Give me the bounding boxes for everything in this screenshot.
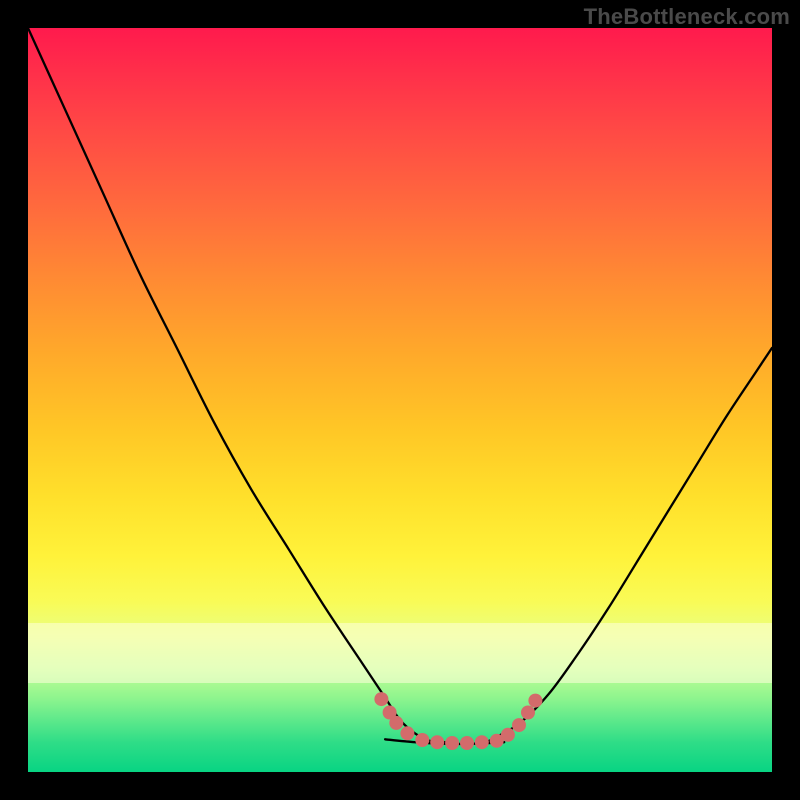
marker-dot	[430, 735, 444, 749]
attribution-label: TheBottleneck.com	[584, 4, 790, 30]
chart-frame: TheBottleneck.com	[0, 0, 800, 800]
marker-dot	[460, 736, 474, 750]
marker-dot	[528, 694, 542, 708]
left-curve	[28, 28, 445, 742]
marker-dot	[501, 728, 515, 742]
marker-dot	[475, 735, 489, 749]
chart-curves	[28, 28, 772, 772]
marker-dot	[415, 733, 429, 747]
right-curve	[489, 348, 772, 741]
plot-area	[28, 28, 772, 772]
marker-dot	[512, 718, 526, 732]
marker-dot	[521, 706, 535, 720]
marker-dot	[445, 736, 459, 750]
marker-dot	[400, 726, 414, 740]
marker-dot	[389, 716, 403, 730]
marker-dot	[374, 692, 388, 706]
